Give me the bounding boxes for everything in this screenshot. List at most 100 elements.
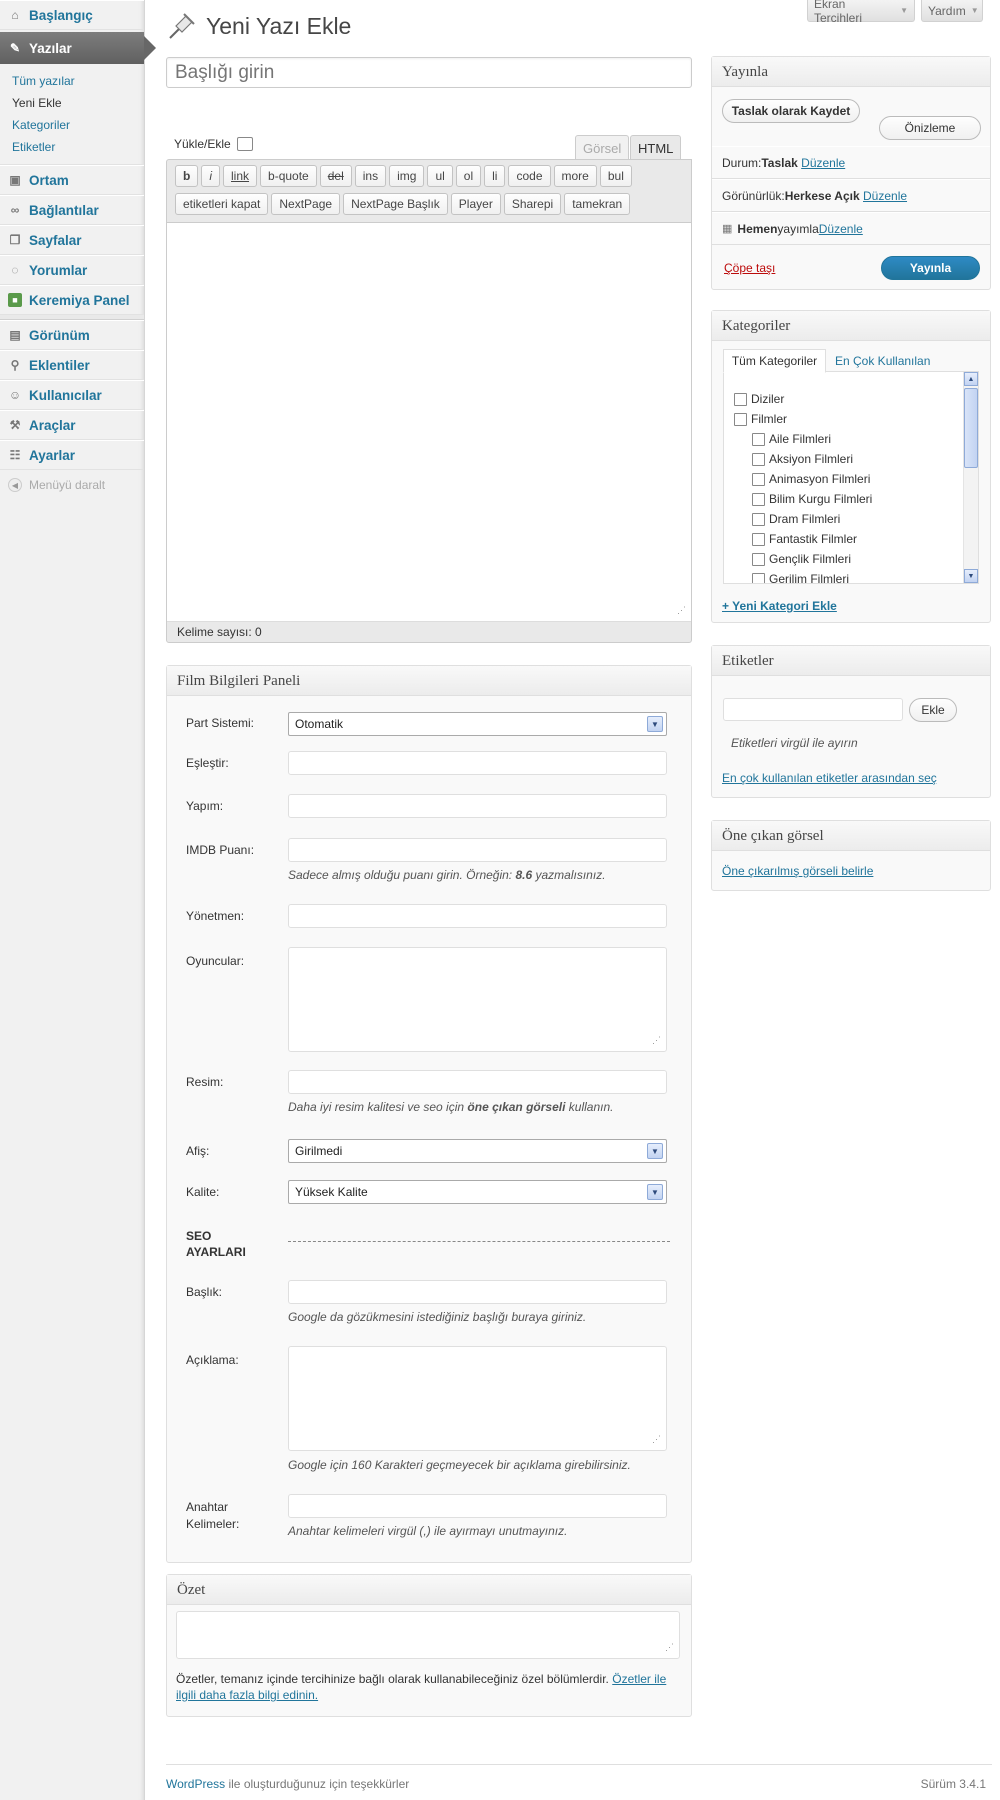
image-input[interactable] (288, 1070, 667, 1094)
chevron-down-icon: ▼ (647, 1143, 663, 1159)
menu-item-dashboard[interactable]: ⌂ Başlangıç (0, 0, 144, 30)
move-to-trash-link[interactable]: Çöpe taşı (724, 261, 775, 275)
checkbox[interactable] (752, 472, 765, 486)
menu-item-users[interactable]: ☺ Kullanıcılar (0, 380, 144, 410)
qt-blockquote-button[interactable]: b-quote (260, 165, 317, 187)
menu-item-pages[interactable]: ❐ Sayfalar (0, 225, 144, 255)
category-item[interactable]: Aile Filmleri (752, 432, 831, 446)
menu-item-comments[interactable]: ◌ Yorumlar (0, 255, 144, 285)
category-item[interactable]: Dram Filmleri (752, 512, 840, 526)
resize-grip-icon[interactable]: ⋰ (665, 1643, 675, 1654)
cast-textarea[interactable]: ⋰ (288, 947, 667, 1052)
imdb-input[interactable] (288, 838, 667, 862)
seo-title-input[interactable] (288, 1280, 667, 1304)
menu-item-posts[interactable]: ✎ Yazılar (0, 32, 156, 64)
upload-insert-button[interactable]: Yükle/Ekle (174, 137, 253, 151)
checkbox[interactable] (752, 452, 765, 466)
qt-nextpage-button[interactable]: NextPage (271, 193, 341, 215)
excerpt-textarea[interactable]: ⋰ (176, 1611, 680, 1659)
checkbox[interactable] (752, 552, 765, 566)
post-title-input[interactable] (166, 57, 692, 88)
checkbox[interactable] (752, 532, 765, 546)
checkbox[interactable] (752, 492, 765, 506)
menu-item-appearance[interactable]: ▤ Görünüm (0, 320, 144, 350)
collapse-menu-button[interactable]: ◀ Menüyü daralt (0, 470, 144, 500)
screen-options-button[interactable]: Ekran Tercihleri ▼ (807, 0, 915, 25)
qt-ol-button[interactable]: ol (455, 165, 482, 187)
edit-visibility-link[interactable]: Düzenle (863, 189, 907, 203)
edit-status-link[interactable]: Düzenle (801, 156, 845, 170)
qt-player-button[interactable]: Player (450, 193, 501, 215)
tab-most-used-categories[interactable]: En Çok Kullanılan (831, 349, 934, 373)
category-item[interactable]: Filmler (734, 412, 787, 426)
submenu-add-new[interactable]: Yeni Ekle (12, 92, 144, 114)
publish-button[interactable]: Yayınla (881, 256, 980, 280)
quality-select[interactable]: Yüksek Kalite ▼ (288, 1180, 667, 1204)
menu-item-settings[interactable]: ☷ Ayarlar (0, 440, 144, 470)
tab-html[interactable]: HTML (630, 135, 682, 160)
tab-all-categories[interactable]: Tüm Kategoriler (723, 349, 826, 373)
category-item[interactable]: Fantastik Filmler (752, 532, 857, 546)
category-scrollbar[interactable]: ▲ ▼ (963, 372, 978, 583)
checkbox[interactable] (752, 432, 765, 446)
keywords-input[interactable] (288, 1494, 667, 1518)
category-item[interactable]: Diziler (734, 392, 784, 406)
qt-sharepi-button[interactable]: Sharepi (503, 193, 562, 215)
save-draft-button[interactable]: Taslak olarak Kaydet (722, 99, 860, 123)
qt-ins-button[interactable]: ins (354, 165, 387, 187)
category-item[interactable]: Gençlik Filmleri (752, 552, 851, 566)
menu-item-links[interactable]: ∞ Bağlantılar (0, 195, 144, 225)
submenu-tags[interactable]: Etiketler (12, 136, 144, 158)
category-item[interactable]: Bilim Kurgu Filmleri (752, 492, 872, 506)
submenu-categories[interactable]: Kategoriler (12, 114, 144, 136)
qt-li-button[interactable]: li (484, 165, 506, 187)
scroll-up-icon[interactable]: ▲ (964, 372, 978, 386)
tab-visual[interactable]: Görsel (575, 135, 630, 160)
qt-italic-button[interactable]: i (201, 165, 221, 187)
qt-bold-button[interactable]: b (175, 165, 199, 187)
menu-item-tools[interactable]: ⚒ Araçlar (0, 410, 144, 440)
scroll-thumb[interactable] (964, 388, 978, 468)
preview-button[interactable]: Önizleme (879, 116, 981, 140)
qt-img-button[interactable]: img (389, 165, 425, 187)
qt-code-button[interactable]: code (508, 165, 551, 187)
part-system-select[interactable]: Otomatik ▼ (288, 712, 667, 736)
add-tag-button[interactable]: Ekle (909, 698, 957, 722)
checkbox[interactable] (752, 572, 765, 583)
wordpress-link[interactable]: WordPress (166, 1777, 225, 1791)
seo-description-textarea[interactable]: ⋰ (288, 1346, 667, 1451)
qt-ul-button[interactable]: ul (427, 165, 453, 187)
content-textarea[interactable]: ⋰ (167, 222, 691, 622)
menu-item-media[interactable]: ▣ Ortam (0, 165, 144, 195)
poster-select[interactable]: Girilmedi ▼ (288, 1139, 667, 1163)
add-new-category-link[interactable]: + Yeni Kategori Ekle (722, 599, 837, 613)
choose-popular-tags-link[interactable]: En çok kullanılan etiketler arasından se… (722, 771, 937, 785)
checkbox[interactable] (734, 392, 747, 406)
qt-nextpage-title-button[interactable]: NextPage Başlık (343, 193, 448, 215)
qt-close-tags-button[interactable]: etiketleri kapat (175, 193, 269, 215)
edit-schedule-link[interactable]: Düzenle (819, 222, 863, 236)
match-input[interactable] (288, 751, 667, 775)
help-button[interactable]: Yardım ▼ (921, 0, 983, 22)
qt-del-button[interactable]: del (319, 165, 352, 187)
production-input[interactable] (288, 794, 667, 818)
menu-item-plugins[interactable]: ⚲ Eklentiler (0, 350, 144, 380)
qt-fullscreen-button[interactable]: tamekran (564, 193, 631, 215)
director-input[interactable] (288, 904, 667, 928)
category-item[interactable]: Animasyon Filmleri (752, 472, 870, 486)
category-item[interactable]: Aksiyon Filmleri (752, 452, 853, 466)
menu-item-keremiya-panel[interactable]: ■ Keremiya Panel (0, 285, 144, 315)
resize-grip-icon[interactable]: ⋰ (652, 1036, 662, 1047)
resize-grip-icon[interactable]: ⋰ (652, 1435, 662, 1446)
checkbox[interactable] (734, 412, 747, 426)
new-tag-input[interactable] (723, 698, 903, 721)
qt-find-button[interactable]: bul (599, 165, 632, 187)
qt-more-button[interactable]: more (553, 165, 597, 187)
category-item[interactable]: Gerilim Filmleri (752, 572, 849, 583)
resize-grip-icon[interactable]: ⋰ (677, 606, 687, 617)
checkbox[interactable] (752, 512, 765, 526)
submenu-all-posts[interactable]: Tüm yazılar (12, 70, 144, 92)
scroll-down-icon[interactable]: ▼ (964, 569, 978, 583)
qt-link-button[interactable]: link (223, 165, 258, 187)
set-featured-image-link[interactable]: Öne çıkarılmış görseli belirle (722, 864, 873, 878)
